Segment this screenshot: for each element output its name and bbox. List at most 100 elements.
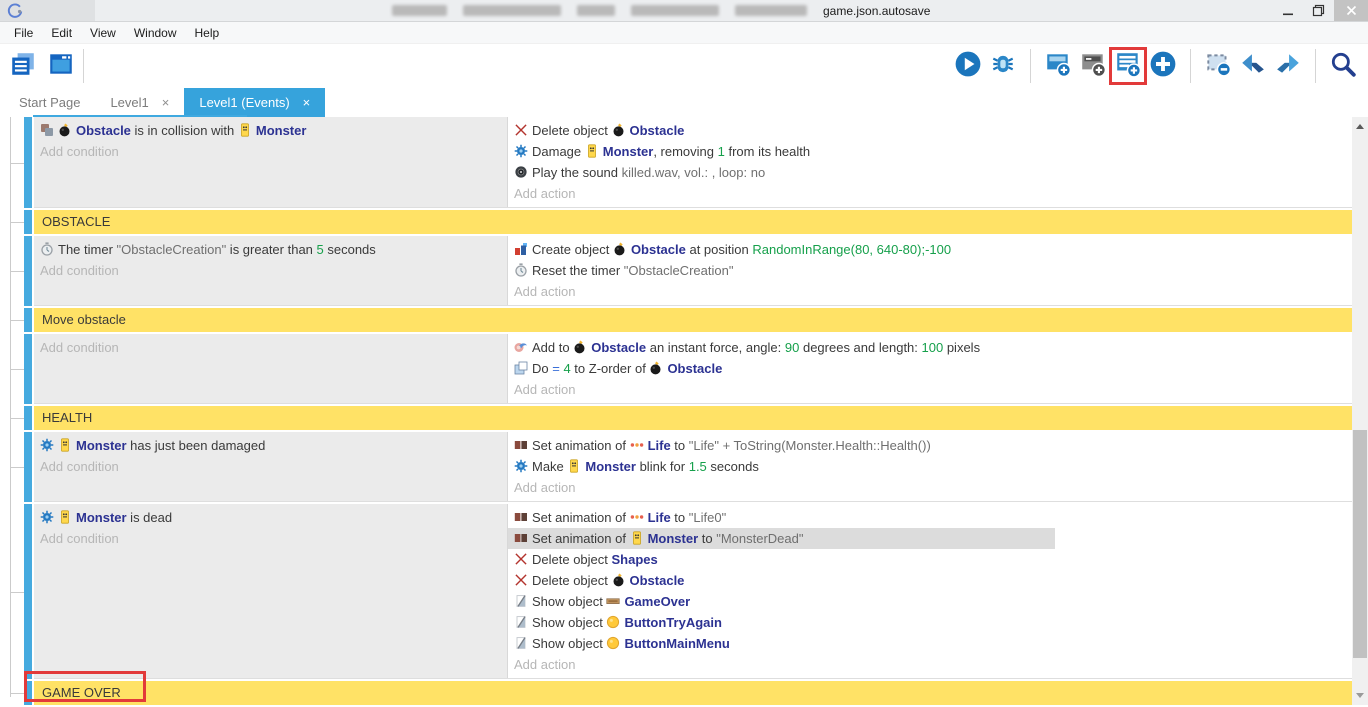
add-condition-button[interactable]: Add condition (34, 260, 507, 281)
condition-instruction[interactable]: Monster has just been damaged (34, 435, 507, 456)
play-button[interactable] (953, 51, 983, 81)
object-name: Life (648, 510, 671, 525)
add-action-button[interactable]: Add action (508, 281, 1352, 302)
object-name: Monster (585, 459, 636, 474)
add-condition-button[interactable]: Add condition (34, 337, 507, 358)
undo-button[interactable] (1238, 51, 1268, 81)
tab-start-page[interactable]: Start Page (4, 88, 95, 117)
event-selection-bar[interactable] (24, 334, 32, 404)
action-instruction[interactable]: Show object ButtonMainMenu (508, 633, 1352, 654)
add-condition-button[interactable]: Add condition (34, 456, 507, 477)
condition-instruction[interactable]: Monster is dead (34, 507, 507, 528)
scene-editor-button[interactable] (46, 51, 76, 81)
event-selection-bar[interactable] (24, 236, 32, 306)
search-button[interactable] (1328, 51, 1358, 81)
redo-button[interactable] (1273, 51, 1303, 81)
instruction-text: to (671, 438, 689, 453)
remove-selection-button[interactable] (1203, 51, 1233, 81)
action-instruction[interactable]: Add to Obstacle an instant force, angle:… (508, 337, 1352, 358)
sound-icon (514, 165, 528, 179)
parameter-text: "ObstacleCreation" (624, 263, 734, 278)
parameter-text: "ObstacleCreation" (117, 242, 227, 257)
instruction-text: Do (532, 361, 552, 376)
instruction-text: degrees and length: (799, 340, 921, 355)
scrollbar-thumb[interactable] (1353, 430, 1367, 658)
event-row: Monster has just been damagedAdd conditi… (24, 432, 1352, 502)
tab-level1-events[interactable]: Level1 (Events)× (184, 88, 325, 117)
action-instruction[interactable]: Damage Monster, removing 1 from its heal… (508, 141, 1352, 162)
conditions-panel: Monster has just been damagedAdd conditi… (34, 432, 508, 501)
close-button[interactable] (1334, 0, 1368, 21)
condition-instruction[interactable]: Obstacle is in collision with Monster (34, 120, 507, 141)
action-instruction[interactable]: Delete object Obstacle (508, 570, 1352, 591)
object-name: Obstacle (76, 123, 131, 138)
group-header-game-over[interactable]: GAME OVER (34, 681, 1352, 705)
action-instruction[interactable]: Do = 4 to Z-order of Obstacle (508, 358, 1352, 379)
action-instruction[interactable]: Show object GameOver (508, 591, 1352, 612)
event-selection-bar[interactable] (24, 210, 32, 234)
delete-icon (514, 123, 528, 137)
add-action-button[interactable]: Add action (508, 379, 1352, 400)
add-comment-button[interactable] (1078, 51, 1108, 81)
menu-window[interactable]: Window (125, 26, 186, 40)
debug-button[interactable] (988, 51, 1018, 81)
object-name: ButtonTryAgain (624, 615, 722, 630)
add-condition-button[interactable]: Add condition (34, 528, 507, 549)
conditions-panel: Monster is deadAdd condition (34, 504, 508, 678)
vertical-scrollbar[interactable] (1352, 117, 1368, 705)
add-condition-button[interactable]: Add condition (34, 141, 507, 162)
actions-panel: Delete object ObstacleDamage Monster, re… (508, 117, 1352, 207)
action-instruction[interactable]: Reset the timer "ObstacleCreation" (508, 260, 1352, 281)
add-instruction-button[interactable] (1148, 51, 1178, 81)
action-instruction[interactable]: Set animation of Life to "Life0" (508, 507, 1352, 528)
bomb-icon (612, 573, 626, 587)
condition-instruction[interactable]: The timer "ObstacleCreation" is greater … (34, 239, 507, 260)
menu-edit[interactable]: Edit (42, 26, 81, 40)
add-action-button[interactable]: Add action (508, 183, 1352, 204)
menu-file[interactable]: File (5, 26, 42, 40)
scrollbar-down-arrow-icon[interactable] (1352, 688, 1368, 703)
tab-label: Start Page (19, 95, 80, 110)
tab-close-icon[interactable]: × (303, 95, 311, 110)
add-event-button[interactable] (1043, 51, 1073, 81)
tab-close-icon[interactable]: × (162, 95, 170, 110)
animation-icon (514, 531, 528, 545)
event-selection-bar[interactable] (24, 406, 32, 430)
action-instruction[interactable]: Show object ButtonTryAgain (508, 612, 1352, 633)
minimize-button[interactable] (1272, 0, 1303, 21)
action-instruction[interactable]: Set animation of Monster to "MonsterDead… (508, 528, 1352, 549)
action-instruction[interactable]: Play the sound killed.wav, vol.: , loop:… (508, 162, 1352, 183)
tree-tick (10, 320, 24, 321)
action-instruction[interactable]: Delete object Shapes (508, 549, 1352, 570)
event-row: Obstacle is in collision with MonsterAdd… (24, 117, 1352, 208)
project-manager-button[interactable] (8, 51, 38, 81)
event-selection-bar[interactable] (24, 504, 32, 679)
event-selection-bar[interactable] (24, 681, 32, 705)
object-name: Obstacle (630, 573, 685, 588)
scrollbar-up-arrow-icon[interactable] (1352, 119, 1368, 134)
event-selection-bar[interactable] (24, 432, 32, 502)
tab-label: Level1 (110, 95, 148, 110)
action-instruction[interactable]: Delete object Obstacle (508, 120, 1352, 141)
group-header-obstacle[interactable]: OBSTACLE (34, 210, 1352, 234)
tab-level1[interactable]: Level1 × (95, 88, 184, 117)
action-instruction[interactable]: Set animation of Life to "Life" + ToStri… (508, 435, 1352, 456)
action-instruction[interactable]: Make Monster blink for 1.5 seconds (508, 456, 1352, 477)
menu-view[interactable]: View (81, 26, 125, 40)
parameter-text: killed.wav, vol.: , loop: no (622, 165, 766, 180)
menu-help[interactable]: Help (186, 26, 229, 40)
event-selection-bar[interactable] (24, 117, 32, 208)
add-action-button[interactable]: Add action (508, 477, 1352, 498)
add-action-button[interactable]: Add action (508, 654, 1352, 675)
actions-panel: Set animation of Life to "Life0"Set anim… (508, 504, 1352, 678)
action-instruction[interactable]: Create object Obstacle at position Rando… (508, 239, 1352, 260)
restore-button[interactable] (1303, 0, 1334, 21)
group-header-health[interactable]: HEALTH (34, 406, 1352, 430)
bomb-icon (573, 340, 587, 354)
show-icon (514, 636, 528, 650)
object-name: Life (648, 438, 671, 453)
event-selection-bar[interactable] (24, 308, 32, 332)
group-header-move-obstacle[interactable]: Move obstacle (34, 308, 1352, 332)
conditions-panel: Obstacle is in collision with MonsterAdd… (34, 117, 508, 207)
add-subevent-button[interactable] (1113, 51, 1143, 81)
